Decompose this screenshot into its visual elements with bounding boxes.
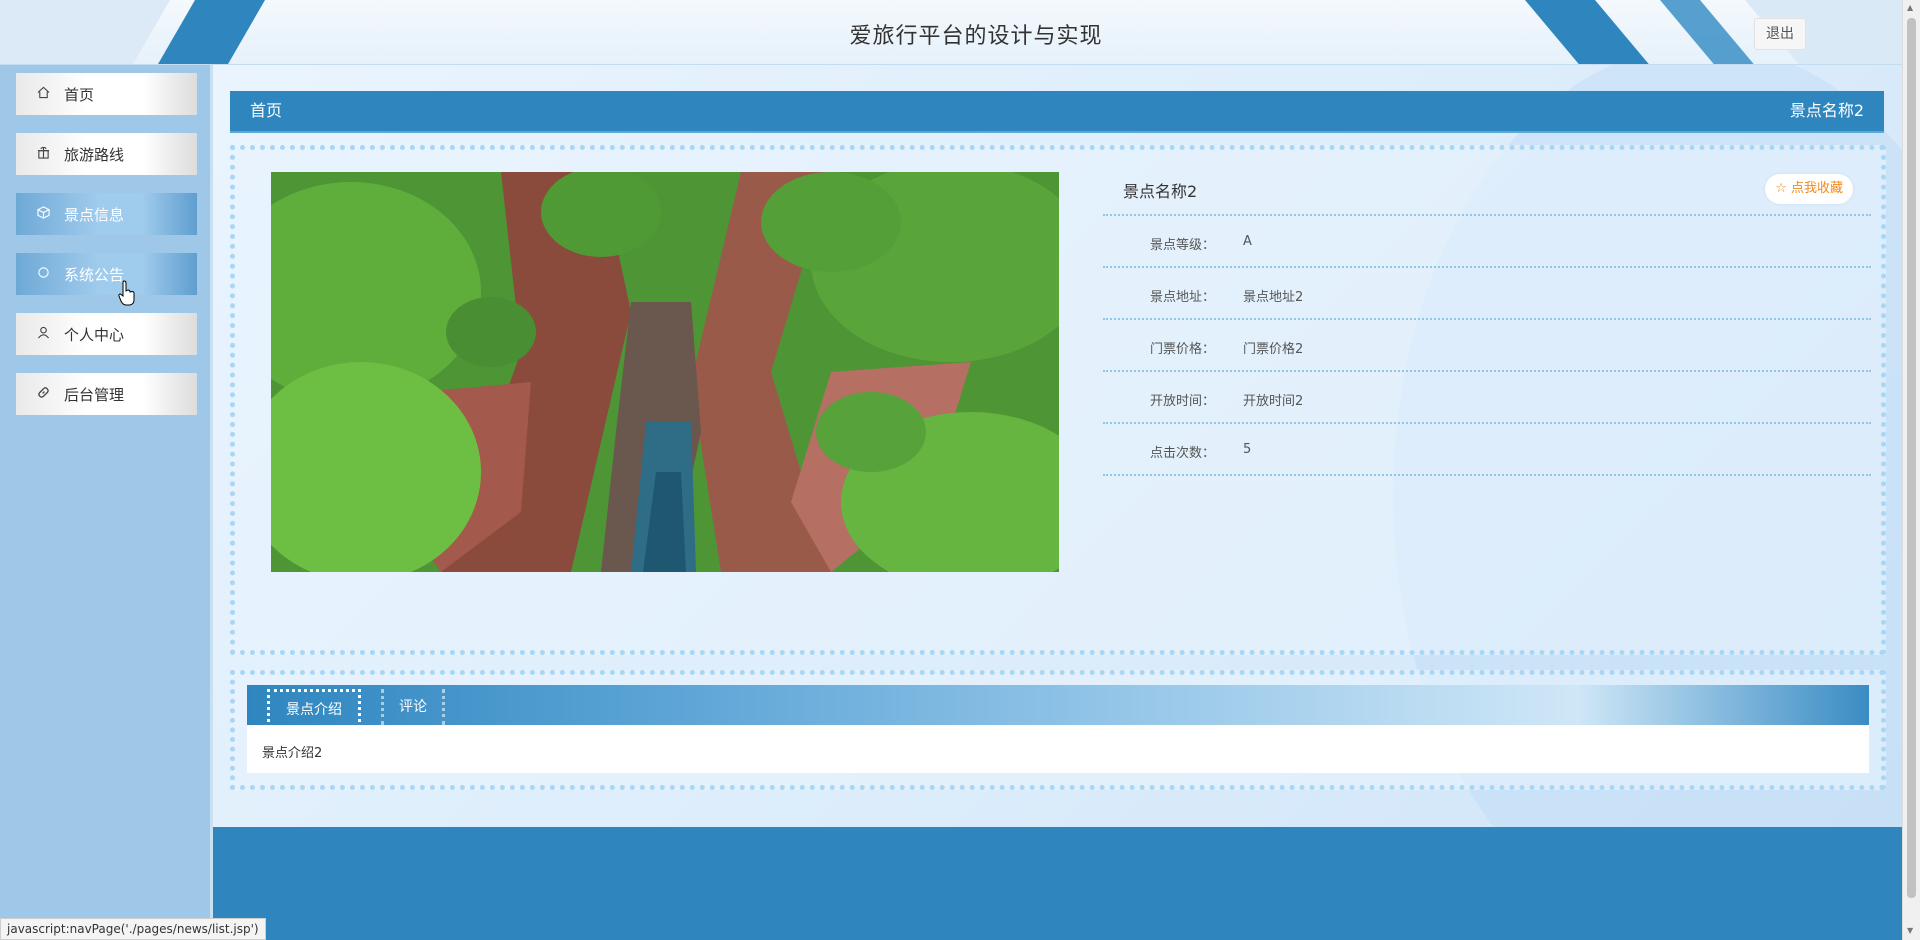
gift-icon bbox=[34, 146, 52, 163]
info-row-address: 景点地址： 景点地址2 bbox=[1103, 268, 1871, 320]
field-label: 开放时间： bbox=[1149, 394, 1215, 409]
tab-panel: 景点介绍 评论 景点介绍2 bbox=[230, 670, 1886, 790]
favorite-button[interactable]: ☆ 点我收藏 bbox=[1765, 174, 1853, 204]
introduction-text: 景点介绍2 bbox=[262, 746, 323, 761]
logout-button[interactable]: 退出 bbox=[1754, 18, 1806, 50]
sidebar-item-profile[interactable]: 个人中心 bbox=[0, 313, 213, 355]
tab-comments[interactable]: 评论 bbox=[381, 689, 445, 725]
scenic-name: 景点名称2 bbox=[1123, 182, 1198, 201]
breadcrumb-current: 景点名称2 bbox=[1789, 101, 1864, 120]
info-row-level: 景点等级： A bbox=[1103, 216, 1871, 268]
site-title: 爱旅行平台的设计与实现 bbox=[849, 24, 1103, 49]
breadcrumb: 首页 景点名称2 bbox=[230, 91, 1884, 133]
hand-cursor-icon bbox=[118, 280, 135, 306]
sidebar-item-announcements[interactable]: 系统公告 bbox=[0, 253, 213, 295]
field-label: 门票价格： bbox=[1149, 342, 1215, 357]
field-value: 开放时间2 bbox=[1243, 394, 1304, 409]
tab-content: 景点介绍2 bbox=[247, 725, 1869, 773]
field-label: 点击次数： bbox=[1149, 446, 1215, 461]
sidebar-item-scenic[interactable]: 景点信息 bbox=[0, 193, 213, 235]
circle-icon bbox=[34, 266, 52, 283]
sidebar-item-label: 首页 bbox=[64, 85, 95, 104]
cube-icon bbox=[34, 205, 52, 223]
user-icon bbox=[34, 326, 52, 343]
scenic-detail-panel: 景点名称2 ☆ 点我收藏 景点等级： A 景点地址： 景点地址2 门票价格： 门… bbox=[230, 145, 1886, 655]
scenic-info: 景点名称2 ☆ 点我收藏 景点等级： A 景点地址： 景点地址2 门票价格： 门… bbox=[1103, 162, 1871, 476]
field-value: 景点地址2 bbox=[1243, 290, 1304, 305]
scenic-photo bbox=[271, 172, 1059, 572]
sidebar-item-label: 系统公告 bbox=[64, 265, 125, 284]
home-icon bbox=[34, 86, 52, 103]
scroll-thumb[interactable] bbox=[1907, 18, 1916, 898]
field-value: 5 bbox=[1243, 442, 1252, 457]
info-row-price: 门票价格： 门票价格2 bbox=[1103, 320, 1871, 372]
info-row-hours: 开放时间： 开放时间2 bbox=[1103, 372, 1871, 424]
scroll-down-icon[interactable]: ▼ bbox=[1907, 926, 1913, 935]
sidebar-item-home[interactable]: 首页 bbox=[0, 73, 213, 115]
sidebar-item-routes[interactable]: 旅游路线 bbox=[0, 133, 213, 175]
field-label: 景点等级： bbox=[1149, 238, 1215, 253]
sidebar: 首页 旅游路线 景点信息 系统公告 个人中心 后台管理 bbox=[0, 65, 213, 940]
info-row-clicks: 点击次数： 5 bbox=[1103, 424, 1871, 476]
link-icon bbox=[34, 386, 52, 403]
main-content: 首页 景点名称2 景点名称2 ☆ 点我收藏 景点等级： A 景点地址： 景点地址… bbox=[213, 65, 1902, 827]
footer bbox=[213, 827, 1902, 940]
field-value: A bbox=[1243, 234, 1252, 249]
app-page: 爱旅行平台的设计与实现 退出 首页 旅游路线 景点信息 系统公告 个人中心 后台… bbox=[0, 0, 1920, 940]
scroll-up-icon[interactable]: ▲ bbox=[1907, 3, 1913, 12]
tab-bar: 景点介绍 评论 bbox=[247, 685, 1869, 728]
sidebar-item-admin[interactable]: 后台管理 bbox=[0, 373, 213, 415]
sidebar-item-label: 景点信息 bbox=[64, 205, 125, 224]
sidebar-item-label: 后台管理 bbox=[64, 385, 125, 404]
breadcrumb-home-link[interactable]: 首页 bbox=[250, 91, 282, 131]
field-value: 门票价格2 bbox=[1243, 342, 1304, 357]
sidebar-item-label: 个人中心 bbox=[64, 325, 125, 344]
field-label: 景点地址： bbox=[1149, 290, 1215, 305]
header: 爱旅行平台的设计与实现 退出 bbox=[0, 0, 1902, 65]
sidebar-item-label: 旅游路线 bbox=[64, 145, 125, 164]
page-scrollbar[interactable]: ▲ ▼ bbox=[1902, 0, 1920, 940]
tab-introduction[interactable]: 景点介绍 bbox=[267, 689, 361, 728]
status-bar: javascript:navPage('./pages/news/list.js… bbox=[0, 918, 266, 940]
info-title-row: 景点名称2 ☆ 点我收藏 bbox=[1103, 162, 1871, 216]
